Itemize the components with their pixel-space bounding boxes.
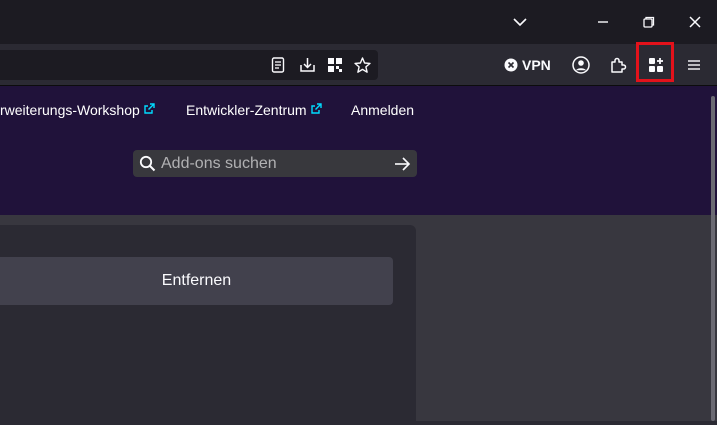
extensions-button[interactable] xyxy=(605,52,631,78)
vpn-label: VPN xyxy=(522,57,551,73)
nav-link-login[interactable]: Anmelden xyxy=(351,102,414,118)
title-bar xyxy=(0,0,717,44)
nav-link-label: Entwickler-Zentrum xyxy=(186,102,307,118)
nav-link-label: Anmelden xyxy=(351,102,415,118)
search-icon xyxy=(139,155,156,172)
reader-view-button[interactable] xyxy=(268,55,288,75)
bookmark-star-button[interactable] xyxy=(352,55,372,75)
hamburger-menu-icon xyxy=(688,60,700,70)
close-icon xyxy=(689,16,701,28)
restore-button[interactable] xyxy=(627,0,671,44)
minimize-icon xyxy=(598,21,608,23)
external-link-icon xyxy=(144,103,155,117)
search-input[interactable] xyxy=(161,152,381,175)
page-content: Entfernen xyxy=(0,215,717,425)
addon-search-box xyxy=(133,150,417,177)
highlight-box xyxy=(636,42,674,82)
nav-link-label: rweiterungs-Workshop xyxy=(0,102,140,118)
puzzle-piece-icon xyxy=(611,57,627,73)
url-bar[interactable] xyxy=(0,50,378,80)
list-all-tabs-button[interactable] xyxy=(498,0,542,44)
reader-view-icon xyxy=(271,57,285,73)
account-icon xyxy=(572,56,590,74)
install-app-button[interactable] xyxy=(297,55,317,75)
nav-toolbar: VPN xyxy=(0,44,717,86)
account-button[interactable] xyxy=(568,52,594,78)
addon-card: Entfernen xyxy=(0,225,416,425)
close-button[interactable] xyxy=(673,0,717,44)
download-tray-icon xyxy=(299,58,315,72)
page-scrollbar[interactable] xyxy=(711,96,715,421)
vpn-button[interactable]: VPN xyxy=(504,55,551,75)
restore-icon xyxy=(643,16,655,28)
star-icon xyxy=(353,56,371,73)
arrow-right-icon xyxy=(394,157,410,171)
external-link-icon xyxy=(310,103,322,117)
vpn-off-icon xyxy=(504,58,518,72)
minimize-button[interactable] xyxy=(581,0,625,44)
remove-button[interactable]: Entfernen xyxy=(0,257,393,305)
nav-link-extension-workshop[interactable]: rweiterungs-Workshop xyxy=(0,102,155,118)
site-header: rweiterungs-Workshop Entwickler-Zentrum … xyxy=(0,86,717,215)
application-menu-button[interactable] xyxy=(681,52,707,78)
search-submit-button[interactable] xyxy=(391,153,413,175)
nav-link-developer-hub[interactable]: Entwickler-Zentrum xyxy=(186,102,322,118)
chevron-down-icon xyxy=(513,18,527,27)
qr-code-icon xyxy=(328,58,342,72)
qr-code-button[interactable] xyxy=(325,55,345,75)
